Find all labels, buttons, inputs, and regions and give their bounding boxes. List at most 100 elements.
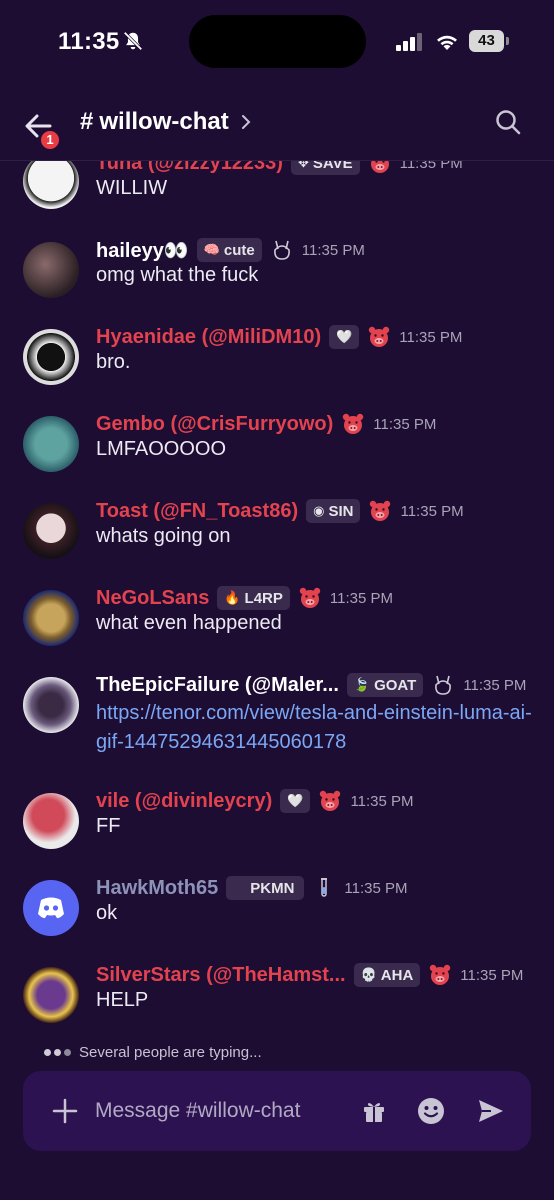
user-tag-badge[interactable]: ◉ SIN [306, 499, 361, 523]
tag-icon: 🔥 [224, 590, 241, 605]
bell-slash-icon [123, 31, 143, 51]
user-avatar[interactable] [23, 503, 79, 559]
message-list[interactable]: Tuna (@zizzy12233) ✥ SAVE 11:35 PM WILLIW hai… [0, 161, 554, 1041]
tag-label: cute [223, 241, 255, 259]
message-timestamp: 11:35 PM [399, 161, 463, 172]
message-item[interactable]: haileyy👀 🧠 cute 11:35 PM omg what the fuck [0, 238, 554, 318]
user-avatar[interactable] [23, 161, 79, 209]
message-item[interactable]: NeGoLSans 🔥 L4RP 11:35 PM what even happened [0, 586, 554, 666]
message-item[interactable]: SilverStars (@TheHamst... 💀 AHA 11:35 PM HEL… [0, 963, 554, 1041]
message-timestamp: 11:35 PM [400, 502, 464, 520]
bunny-role-icon [435, 675, 452, 695]
emoji-smile-icon[interactable] [417, 1097, 445, 1125]
tag-label: SAVE [312, 161, 353, 172]
message-text: FF [96, 815, 121, 837]
username[interactable]: NeGoLSans [96, 587, 209, 610]
tag-icon: 🧠 [203, 242, 220, 257]
status-time: 11:35 [58, 28, 120, 55]
wifi-icon [437, 35, 457, 50]
cellular-signal-icon [396, 33, 422, 51]
tag-icon: 🍃 [353, 677, 371, 692]
message-item[interactable]: vile (@divinleycry) 🤍 11:35 PM FF [0, 789, 554, 869]
tag-label: AHA [380, 966, 414, 984]
message-header: NeGoLSans 🔥 L4RP 11:35 PM [96, 584, 393, 612]
message-header: vile (@divinleycry) 🤍 11:35 PM [96, 787, 414, 815]
message-text: omg what the fuck [96, 264, 259, 286]
username[interactable]: TheEpicFailure (@Maler... [96, 674, 339, 697]
message-header: haileyy👀 🧠 cute 11:35 PM [96, 236, 365, 264]
discord-logo-icon [38, 897, 64, 919]
tag-label: GOAT [374, 676, 417, 694]
message-timestamp: 11:35 PM [329, 589, 393, 607]
tag-icon: 💀 [360, 967, 377, 982]
user-tag-badge[interactable]: 🤍 [329, 325, 360, 349]
message-item[interactable]: Tuna (@zizzy12233) ✥ SAVE 11:35 PM WILLIW [0, 161, 554, 231]
battery-indicator: 43 [469, 30, 509, 52]
message-text: ok [96, 902, 118, 924]
user-tag-badge[interactable]: PKMN [226, 876, 305, 900]
message-item[interactable]: HawkMoth65 PKMN 11:35 PM ok [0, 876, 554, 956]
tag-icon: ◉ [313, 503, 325, 518]
message-composer [23, 1071, 531, 1151]
tag-icon: 🤍 [287, 793, 304, 808]
message-text: whats going on [96, 525, 231, 547]
user-tag-badge[interactable]: 🔥 L4RP [217, 586, 290, 610]
message-timestamp: 11:35 PM [350, 792, 414, 810]
user-avatar[interactable] [23, 416, 79, 472]
message-timestamp: 11:35 PM [301, 241, 365, 259]
message-text: HELP [96, 989, 149, 1011]
typing-text: Several people are typing... [79, 1044, 262, 1061]
user-avatar[interactable] [23, 793, 79, 849]
send-icon[interactable] [477, 1098, 505, 1124]
unread-badge: 1 [38, 128, 62, 152]
typing-dots-icon [44, 1049, 71, 1056]
pig-role-icon [369, 326, 390, 347]
user-tag-badge[interactable]: 💀 AHA [353, 963, 421, 987]
username[interactable]: Toast (@FN_Toast86) [96, 500, 298, 523]
username[interactable]: SilverStars (@TheHamst... [96, 964, 346, 987]
user-tag-badge[interactable]: 🍃 GOAT [346, 673, 424, 697]
search-icon[interactable] [494, 108, 522, 136]
user-tag-badge[interactable]: 🧠 cute [196, 238, 262, 262]
pig-role-icon [370, 161, 389, 173]
channel-hash-icon: # [80, 108, 94, 135]
pig-role-icon [320, 790, 341, 811]
test-tube-role-icon [321, 878, 328, 897]
username[interactable]: Gembo (@CrisFurryowo) [96, 413, 333, 436]
user-avatar[interactable] [23, 880, 79, 936]
message-text: what even happened [96, 612, 282, 634]
message-header: Hyaenidae (@MiliDM10) 🤍 11:35 PM [96, 323, 462, 351]
chevron-right-icon [241, 115, 251, 129]
message-item[interactable]: Gembo (@CrisFurryowo) 11:35 PM LMFAOOOOO [0, 412, 554, 492]
message-item[interactable]: TheEpicFailure (@Maler... 🍃 GOAT 11:35 PM ht… [0, 673, 554, 753]
tag-label: L4RP [244, 589, 283, 607]
pig-role-icon [370, 500, 391, 521]
username[interactable]: HawkMoth65 [96, 877, 218, 900]
message-item[interactable]: Toast (@FN_Toast86) ◉ SIN 11:35 PM whats goi… [0, 499, 554, 579]
user-avatar[interactable] [23, 590, 79, 646]
channel-title[interactable]: # willow-chat [80, 108, 253, 136]
user-avatar[interactable] [23, 329, 79, 385]
user-tag-badge[interactable]: 🤍 [280, 789, 311, 813]
message-timestamp: 11:35 PM [463, 676, 527, 694]
dynamic-island [189, 15, 366, 68]
message-text: LMFAOOOOO [96, 438, 227, 460]
tag-label: SIN [328, 502, 354, 520]
user-avatar[interactable] [23, 677, 79, 733]
username[interactable]: Tuna (@zizzy12233) [96, 161, 283, 175]
username[interactable]: vile (@divinleycry) [96, 790, 272, 813]
message-item[interactable]: Hyaenidae (@MiliDM10) 🤍 11:35 PM bro. [0, 325, 554, 405]
plus-icon[interactable] [51, 1097, 79, 1125]
message-header: Gembo (@CrisFurryowo) 11:35 PM [96, 410, 436, 438]
message-timestamp: 11:35 PM [399, 328, 463, 346]
message-link[interactable]: https://tenor.com/view/tesla-and-einstei… [96, 699, 536, 757]
user-tag-badge[interactable]: ✥ SAVE [290, 161, 360, 175]
pig-role-icon [430, 964, 451, 985]
username[interactable]: Hyaenidae (@MiliDM10) [96, 326, 321, 349]
username[interactable]: haileyy👀 [96, 238, 189, 263]
user-avatar[interactable] [23, 967, 79, 1023]
gift-icon[interactable] [361, 1098, 387, 1124]
message-input[interactable] [95, 1095, 335, 1127]
user-avatar[interactable] [23, 242, 79, 298]
status-bar: 11:35 43 [0, 0, 554, 84]
